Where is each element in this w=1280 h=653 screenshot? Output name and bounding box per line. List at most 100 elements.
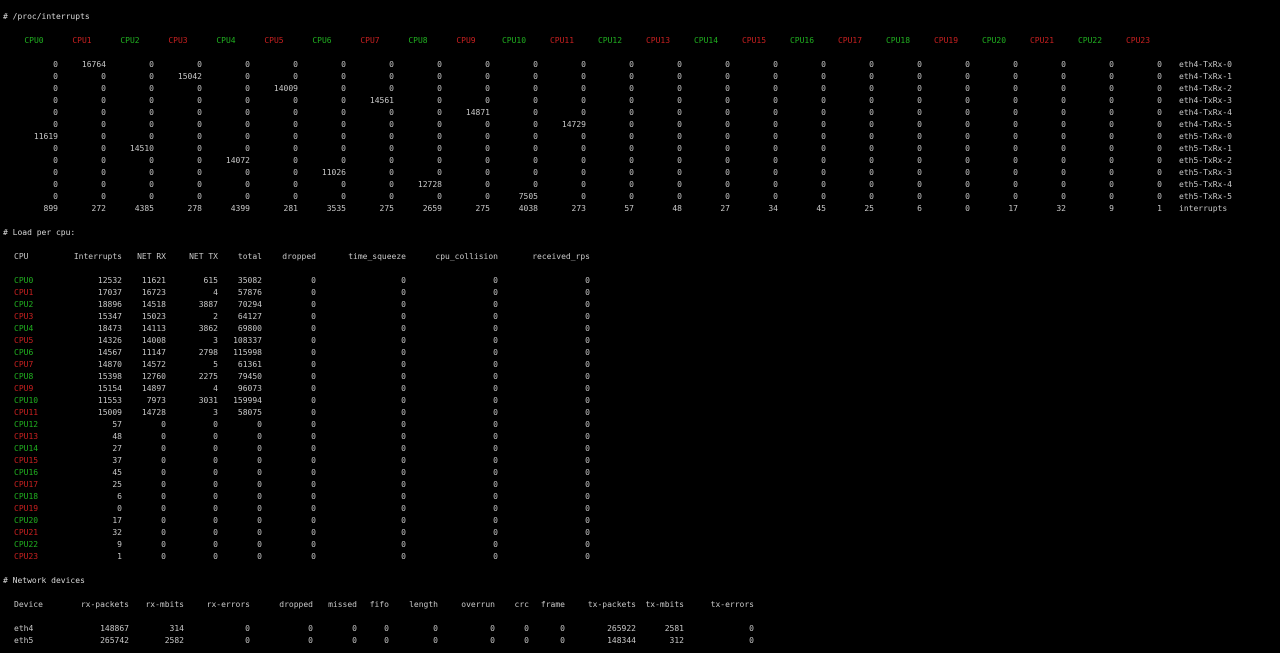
load-value-cell: 14728 xyxy=(141,408,166,417)
load-row: CPU19 0 0 0 0 0 0 0 0 xyxy=(14,503,590,515)
load-row: CPU2 18896 14518 3887 70294 0 0 0 0 xyxy=(14,299,590,311)
load-cpu-name: CPU15 xyxy=(14,456,39,465)
irq-count-cell: 0 xyxy=(245,168,250,177)
net-column-header: dropped xyxy=(279,600,313,609)
load-value-cell: 0 xyxy=(401,444,406,453)
load-value-cell: 0 xyxy=(311,348,316,357)
irq-count-cell: 0 xyxy=(1013,60,1018,69)
irq-count-cell: 0 xyxy=(53,60,58,69)
irq-count-cell: 0 xyxy=(917,60,922,69)
irq-count-cell: 0 xyxy=(821,96,826,105)
load-value-cell: 0 xyxy=(257,468,262,477)
load-value-cell: 0 xyxy=(493,348,498,357)
irq-count-cell: 0 xyxy=(1157,96,1162,105)
irq-count-cell: 0 xyxy=(1157,72,1162,81)
load-row: CPU9 15154 14897 4 96073 0 0 0 0 xyxy=(14,383,590,395)
irq-row: 0 16764 0 0 0 0 0 0 0 0 0 0 0 0 0 0 0 0 0 0 0 0 0 0 eth4-TxRx-0 xyxy=(10,47,1242,71)
irq-count-cell: 0 xyxy=(293,156,298,165)
load-cpu-name: CPU2 xyxy=(14,300,34,309)
irq-cpu-header: CPU0 xyxy=(24,36,44,45)
load-value-cell: 0 xyxy=(161,492,166,501)
irq-count-cell: 27 xyxy=(720,204,730,213)
irq-count-cell: 272 xyxy=(91,204,106,213)
irq-count-cell: 0 xyxy=(581,96,586,105)
irq-count-cell: 0 xyxy=(1157,192,1162,201)
irq-count-cell: 0 xyxy=(53,96,58,105)
irq-count-cell: 0 xyxy=(53,84,58,93)
load-value-cell: 0 xyxy=(401,468,406,477)
net-value-cell: 0 xyxy=(352,636,357,645)
irq-count-cell: 0 xyxy=(197,156,202,165)
irq-count-cell: 0 xyxy=(869,60,874,69)
irq-count-cell: 0 xyxy=(197,84,202,93)
irq-count-cell: 0 xyxy=(293,96,298,105)
load-value-cell: 0 xyxy=(493,444,498,453)
irq-count-cell: 14009 xyxy=(273,84,298,93)
irq-count-cell: 0 xyxy=(53,192,58,201)
irq-count-cell: 0 xyxy=(821,84,826,93)
irq-count-cell: 0 xyxy=(1109,180,1114,189)
net-column-header: rx-packets xyxy=(80,600,129,609)
irq-label-header xyxy=(1162,35,1242,47)
load-value-cell: 0 xyxy=(213,528,218,537)
load-row: CPU20 17 0 0 0 0 0 0 0 xyxy=(14,515,590,527)
irq-count-cell: 0 xyxy=(965,96,970,105)
load-value-cell: 3 xyxy=(213,336,218,345)
load-row: CPU4 18473 14113 3862 69800 0 0 0 0 xyxy=(14,323,590,335)
load-value-cell: 35082 xyxy=(237,276,262,285)
load-value-cell: 11621 xyxy=(141,276,166,285)
net-value-cell: 0 xyxy=(352,624,357,633)
irq-count-cell: 7505 xyxy=(518,192,538,201)
irq-count-cell: 25 xyxy=(864,204,874,213)
load-cpu-name: CPU3 xyxy=(14,312,34,321)
irq-count-cell: 0 xyxy=(1013,84,1018,93)
load-value-cell: 0 xyxy=(585,276,590,285)
irq-count-cell: 0 xyxy=(581,168,586,177)
irq-count-cell: 0 xyxy=(581,60,586,69)
irq-count-cell: 0 xyxy=(869,108,874,117)
load-value-cell: 0 xyxy=(257,444,262,453)
net-value-cell: 0 xyxy=(749,636,754,645)
load-value-cell: 0 xyxy=(585,504,590,513)
load-value-cell: 12532 xyxy=(97,276,122,285)
load-value-cell: 0 xyxy=(493,288,498,297)
load-value-cell: 0 xyxy=(401,456,406,465)
irq-count-cell: 0 xyxy=(725,84,730,93)
load-value-cell: 0 xyxy=(401,528,406,537)
irq-row: 0 0 0 0 0 0 0 0 12728 0 0 0 0 0 0 0 0 0 0 0 0 0 0 0 eth5-TxRx-4 xyxy=(10,179,1242,191)
irq-count-cell: 0 xyxy=(149,192,154,201)
load-value-cell: 159994 xyxy=(233,396,262,405)
load-value-cell: 0 xyxy=(311,276,316,285)
irq-count-cell: 0 xyxy=(677,180,682,189)
load-cpu-name: CPU4 xyxy=(14,324,34,333)
load-value-cell: 0 xyxy=(493,456,498,465)
irq-count-cell: 0 xyxy=(725,108,730,117)
irq-count-cell: 9 xyxy=(1109,204,1114,213)
load-value-cell: 0 xyxy=(493,420,498,429)
irq-count-cell: 0 xyxy=(869,168,874,177)
load-column-header: NET TX xyxy=(189,252,218,261)
load-value-cell: 0 xyxy=(213,480,218,489)
irq-count-cell: 0 xyxy=(149,120,154,129)
irq-count-cell: 0 xyxy=(821,192,826,201)
irq-count-cell: 0 xyxy=(725,72,730,81)
irq-cpu-header: CPU1 xyxy=(72,36,92,45)
irq-count-cell: 0 xyxy=(1013,72,1018,81)
load-cpu-name: CPU1 xyxy=(14,288,34,297)
irq-count-cell: 0 xyxy=(677,84,682,93)
load-value-cell: 0 xyxy=(493,396,498,405)
irq-count-cell: 0 xyxy=(341,60,346,69)
irq-count-cell: 0 xyxy=(821,108,826,117)
irq-count-cell: 0 xyxy=(245,60,250,69)
irq-count-cell: 0 xyxy=(437,96,442,105)
irq-source-label: eth4-TxRx-0 xyxy=(1179,60,1232,69)
irq-cpu-header: CPU5 xyxy=(264,36,284,45)
load-value-cell: 0 xyxy=(161,540,166,549)
net-value-cell: 0 xyxy=(560,624,565,633)
irq-count-cell: 0 xyxy=(677,108,682,117)
net-column-header: length xyxy=(409,600,438,609)
load-value-cell: 2798 xyxy=(198,348,218,357)
load-cpu-name: CPU17 xyxy=(14,480,39,489)
irq-cpu-header: CPU8 xyxy=(408,36,428,45)
net-column-header: fifo xyxy=(369,600,389,609)
